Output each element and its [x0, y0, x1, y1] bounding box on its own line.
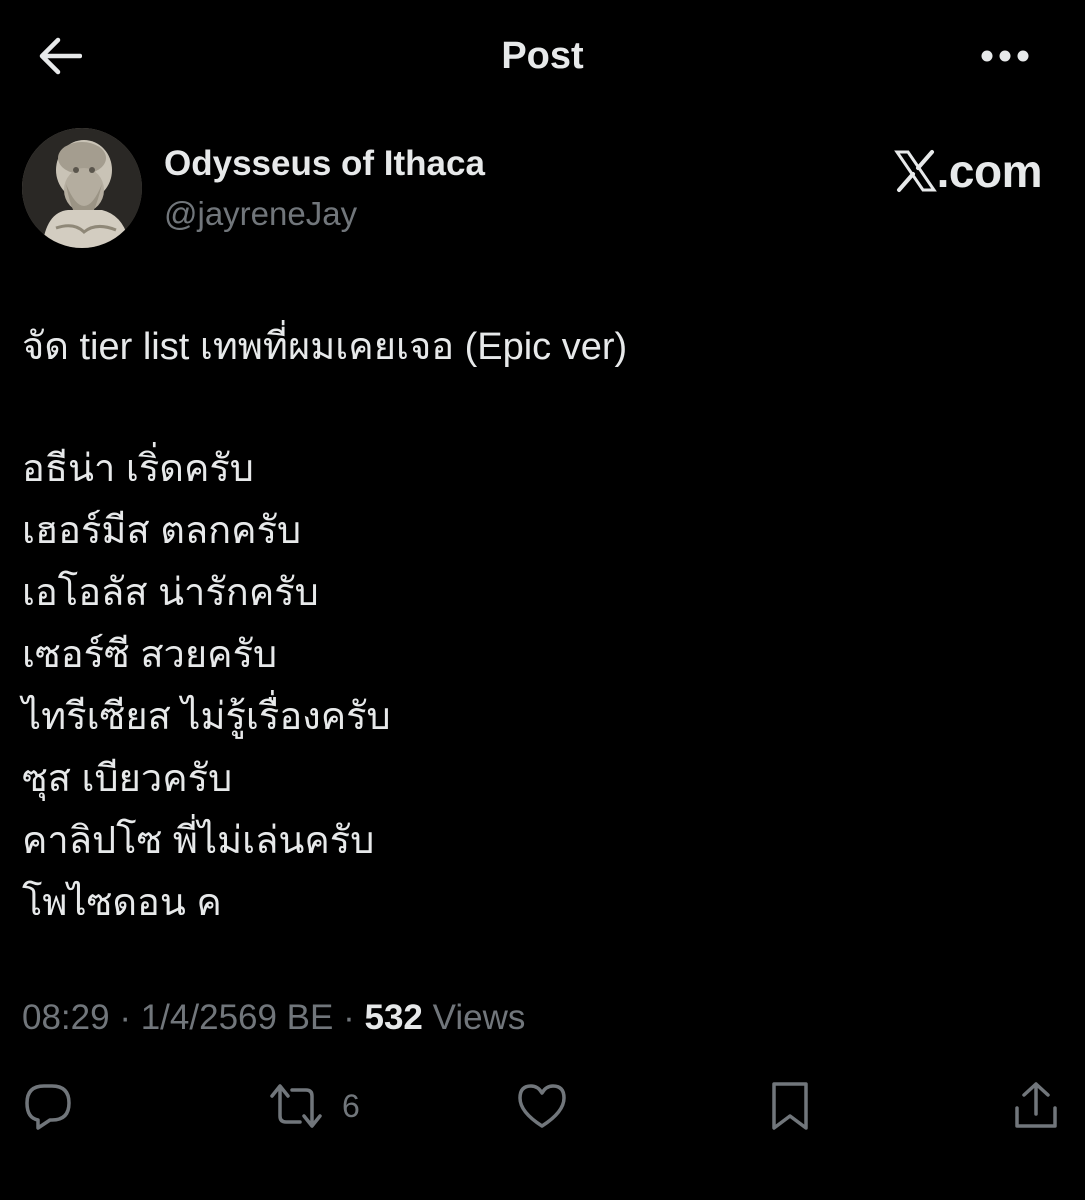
more-horizontal-icon: [981, 50, 1029, 62]
post-line: เอโอลัส น่ารักครับ: [22, 572, 319, 614]
post-line: ไทรีเซียส ไม่รู้เรื่องครับ: [22, 696, 391, 738]
post-title-line: จัด tier list เทพที่ผมเคยเจอ (Epic ver): [22, 326, 628, 368]
post-line: คาลิปโซ พี่ไม่เล่นครับ: [22, 820, 375, 862]
post-line: ซุส เบียวครับ: [22, 758, 233, 800]
avatar[interactable]: [22, 128, 142, 248]
post-time[interactable]: 08:29: [22, 998, 110, 1037]
page-title: Post: [501, 35, 584, 77]
share-icon: [1015, 1082, 1057, 1128]
views-label[interactable]: Views: [433, 998, 526, 1037]
author-handle[interactable]: @jayreneJay: [164, 192, 357, 236]
watermark-text: .com: [936, 145, 1043, 197]
bookmark-button[interactable]: [768, 1080, 812, 1132]
post-line: โพไซดอน ค: [22, 882, 222, 924]
meta-separator: ·: [343, 998, 355, 1037]
post-line: อธีน่า เริ่ดครับ: [22, 448, 254, 490]
reply-button[interactable]: [22, 1080, 74, 1132]
author-header: Odysseus of Ithaca @jayreneJay .com: [22, 128, 1062, 252]
top-bar: Post: [0, 0, 1085, 112]
share-button[interactable]: [1012, 1080, 1060, 1132]
bookmark-icon: [772, 1082, 808, 1130]
repost-icon: [270, 1084, 322, 1128]
like-button[interactable]: [516, 1080, 568, 1132]
avatar-statue-image: [22, 128, 142, 248]
repost-button[interactable]: 6: [268, 1080, 360, 1132]
x-com-watermark: .com: [893, 145, 1043, 197]
post-line: เฮอร์มีส ตลกครับ: [22, 510, 302, 552]
action-bar: 6: [0, 1070, 1085, 1142]
more-options-button[interactable]: [965, 30, 1045, 82]
post-text: จัด tier list เทพที่ผมเคยเจอ (Epic ver) …: [22, 316, 1062, 934]
x-logo-icon: [893, 150, 937, 192]
post-date[interactable]: 1/4/2569 BE: [141, 998, 334, 1037]
meta-separator: ·: [119, 998, 131, 1037]
post-meta: 08:29 · 1/4/2569 BE · 532 Views: [22, 994, 525, 1042]
reply-icon: [25, 1084, 71, 1130]
author-display-name[interactable]: Odysseus of Ithaca: [164, 142, 485, 186]
heart-icon: [518, 1084, 566, 1128]
post-spacer: [22, 378, 1062, 438]
views-count[interactable]: 532: [365, 998, 423, 1037]
post-line: เซอร์ซี สวยครับ: [22, 634, 278, 676]
repost-count: 6: [342, 1088, 360, 1124]
